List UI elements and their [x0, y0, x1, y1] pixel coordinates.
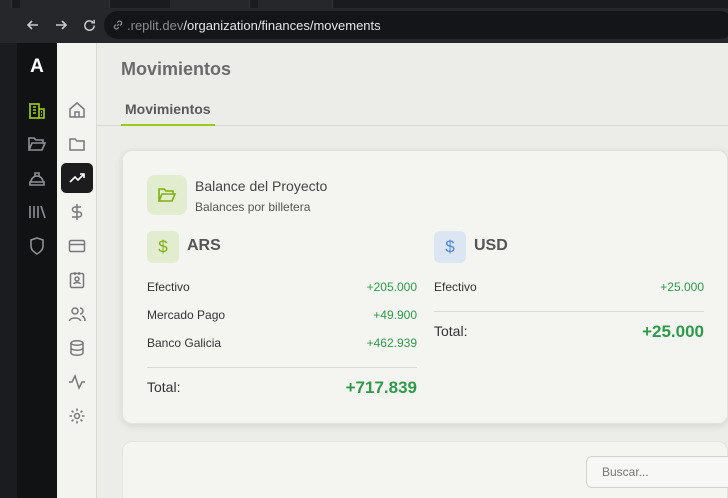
wallet-row-value: +25.000	[660, 280, 704, 294]
tab-bar: Movimientos	[97, 98, 728, 126]
users-icon[interactable]	[61, 299, 93, 329]
reload-icon[interactable]	[78, 14, 100, 36]
tab-segment[interactable]	[20, 0, 110, 8]
building-icon[interactable]	[27, 101, 47, 121]
browser-tabstrip	[0, 0, 728, 8]
total-label: Total:	[147, 379, 181, 395]
link-icon	[112, 19, 124, 31]
page-title: Movimientos	[121, 59, 232, 79]
helmet-icon[interactable]	[27, 168, 47, 188]
library-icon[interactable]	[27, 202, 47, 222]
left-panel-edge	[0, 43, 17, 498]
badge-icon[interactable]	[61, 265, 93, 295]
wallet-row-label: Mercado Pago	[147, 308, 226, 322]
trending-icon[interactable]	[61, 163, 93, 193]
divider	[434, 311, 704, 312]
wallet-usd: $ USD Efectivo +25.000 Total: +25.000	[434, 231, 704, 361]
folder-open-icon[interactable]	[27, 134, 47, 154]
movements-card: Buscar...	[122, 441, 728, 498]
total-value: +25.000	[642, 322, 704, 341]
wallet-row-label: Efectivo	[434, 280, 477, 294]
search-input[interactable]: Buscar...	[586, 456, 728, 488]
back-icon[interactable]	[22, 14, 44, 36]
currency-name: ARS	[187, 237, 221, 254]
wallet-row-value: +49.900	[373, 308, 417, 322]
balance-title: Balance del Proyecto	[195, 178, 328, 194]
wallet-row-value: +205.000	[366, 280, 417, 294]
tab-movimientos[interactable]: Movimientos	[121, 98, 215, 126]
database-icon[interactable]	[61, 333, 93, 363]
wallet-row-label: Banco Galicia	[147, 336, 222, 350]
app-logo[interactable]: A	[17, 56, 57, 78]
card-icon[interactable]	[61, 231, 93, 261]
dollar-icon: $	[147, 231, 179, 263]
currency-name: USD	[474, 237, 508, 254]
activity-icon[interactable]	[61, 367, 93, 397]
main-content: Movimientos Movimientos Balance del Proy…	[97, 43, 728, 498]
balance-subtitle: Balances por billetera	[195, 200, 311, 214]
wallet-row-value: +462.939	[366, 336, 417, 350]
folder-open-icon	[147, 175, 187, 215]
app: A Movimientos Movimientos Balance del Pr…	[17, 43, 728, 498]
balance-card: Balance del Proyecto Balances por billet…	[122, 150, 728, 424]
total-value: +717.839	[345, 378, 417, 397]
tab-segment[interactable]	[0, 0, 12, 8]
wallet-ars: $ ARS Efectivo +205.000 Mercado Pago +49…	[147, 231, 417, 411]
dollar-icon[interactable]	[61, 197, 93, 227]
browser-toolbar: .replit.dev/organization/finances/moveme…	[0, 8, 728, 43]
tab-segment[interactable]	[170, 0, 250, 8]
section-iconbar	[57, 43, 97, 498]
url-domain: .replit.dev	[127, 17, 184, 33]
forward-icon[interactable]	[50, 14, 72, 36]
org-rail: A	[17, 43, 57, 498]
shield-icon[interactable]	[27, 236, 47, 256]
wallet-row-label: Efectivo	[147, 280, 190, 294]
folder-icon[interactable]	[61, 129, 93, 159]
divider	[147, 367, 417, 368]
settings-icon[interactable]	[61, 401, 93, 431]
total-label: Total:	[434, 323, 468, 339]
dollar-icon: $	[434, 231, 466, 263]
url-path: /organization/finances/movements	[183, 17, 381, 33]
address-bar[interactable]: .replit.dev/organization/finances/moveme…	[104, 11, 728, 39]
home-icon[interactable]	[61, 95, 93, 125]
tab-segment[interactable]	[258, 0, 333, 8]
